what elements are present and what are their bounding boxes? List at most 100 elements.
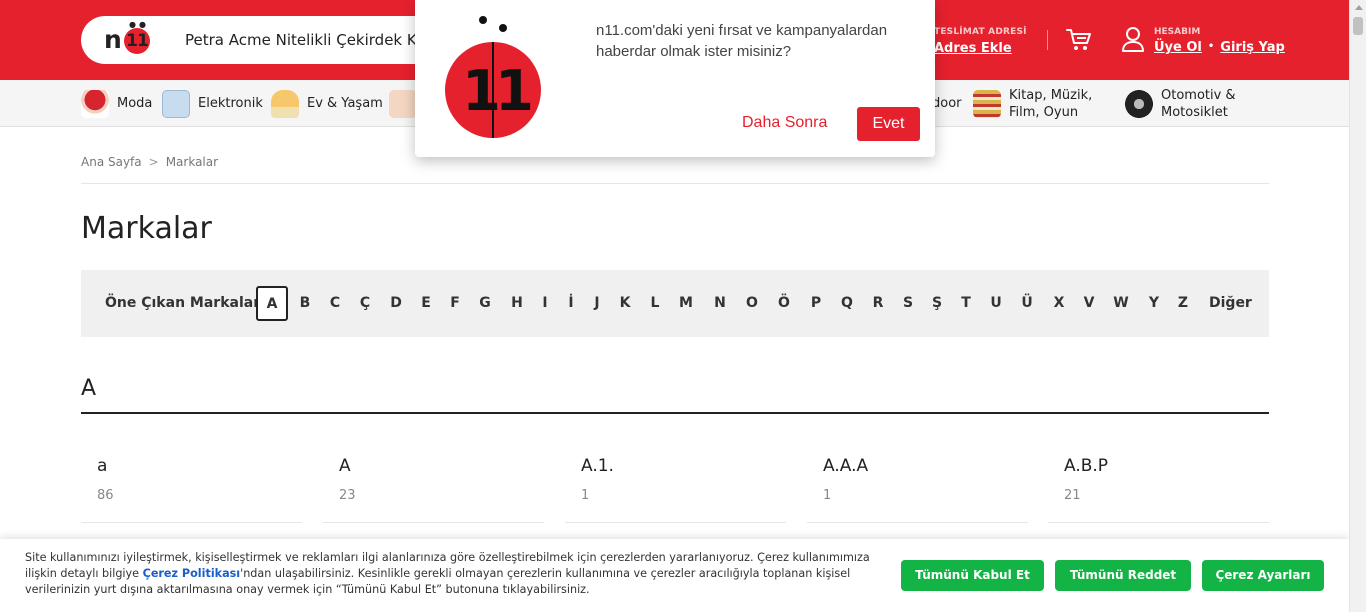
scroll-thumb[interactable] xyxy=(1353,17,1363,35)
cookie-text: Site kullanımınızı iyileştirmek, kişisel… xyxy=(25,550,895,598)
notification-popup: 11 n11.com'daki yeni fırsat ve kampanyal… xyxy=(415,0,935,157)
letter-filter-7[interactable]: F xyxy=(445,270,465,337)
add-address-link[interactable]: Adres Ekle xyxy=(934,41,1012,56)
cookie-banner: Site kullanımınızı iyileştirmek, kişisel… xyxy=(0,539,1349,612)
brand-product-count: 1 xyxy=(581,488,590,503)
section-divider xyxy=(81,412,1269,414)
letter-filter-5[interactable]: D xyxy=(386,270,406,337)
category-home-living[interactable]: Ev & Yaşam xyxy=(271,80,383,127)
popup-message: n11.com'daki yeni fırsat ve kampanyalard… xyxy=(596,22,888,60)
letter-filter-3[interactable]: C xyxy=(325,270,345,337)
letter-filter-6[interactable]: E xyxy=(416,270,436,337)
scrollbar[interactable] xyxy=(1349,0,1366,612)
letter-filter-12[interactable]: J xyxy=(587,270,607,337)
letter-filter-22[interactable]: S xyxy=(898,270,918,337)
letter-filter-16[interactable]: N xyxy=(710,270,730,337)
letter-filter-31[interactable]: Z xyxy=(1173,270,1193,337)
category-automotive[interactable]: Otomotiv & Motosiklet xyxy=(1125,80,1261,127)
letter-filter-2[interactable]: B xyxy=(295,270,315,337)
category-label: Kitap, Müzik, Film, Oyun xyxy=(1009,87,1093,120)
books-icon xyxy=(973,89,1001,118)
login-link[interactable]: Giriş Yap xyxy=(1220,40,1285,55)
logo[interactable]: n xyxy=(104,25,122,54)
accept-all-button[interactable]: Tümünü Kabul Et xyxy=(901,560,1044,591)
page: ●● n 11 Petra Acme Nitelikli Çekirdek Ka… xyxy=(0,0,1366,612)
category-label: Ev & Yaşam xyxy=(307,96,383,111)
brand-card[interactable]: A.B.P 21 xyxy=(1048,440,1269,523)
home-living-icon xyxy=(271,89,299,118)
category-outdoor[interactable]: door xyxy=(932,80,962,127)
brand-card[interactable]: a 86 xyxy=(81,440,302,523)
letter-filter-26[interactable]: Ü xyxy=(1017,270,1037,337)
letter-filter-20[interactable]: Q xyxy=(837,270,857,337)
brand-product-count: 1 xyxy=(823,488,832,503)
account-links: Üye Ol • Giriş Yap xyxy=(1154,40,1285,55)
chevron-right-icon: > xyxy=(148,155,159,169)
yes-button[interactable]: Evet xyxy=(857,107,920,141)
breadcrumb-divider xyxy=(81,183,1269,184)
letter-filter-25[interactable]: U xyxy=(986,270,1006,337)
category-label: Elektronik xyxy=(198,96,263,111)
letter-filter-19[interactable]: P xyxy=(806,270,826,337)
category-fashion[interactable]: Moda xyxy=(81,80,152,127)
reject-all-button[interactable]: Tümünü Reddet xyxy=(1055,560,1191,591)
letter-filter-13[interactable]: K xyxy=(615,270,635,337)
brand-name: a xyxy=(97,456,108,476)
letter-filter-27[interactable]: X xyxy=(1049,270,1069,337)
header-divider xyxy=(1047,30,1048,50)
brand-name: A.A.A xyxy=(823,456,869,476)
brand-name: A.B.P xyxy=(1064,456,1109,476)
cart-icon[interactable] xyxy=(1066,28,1092,52)
section-letter: A xyxy=(81,376,97,401)
separator-dot: • xyxy=(1207,41,1215,52)
letter-filter-28[interactable]: V xyxy=(1079,270,1099,337)
letter-filter-9[interactable]: H xyxy=(507,270,527,337)
letter-filter-17[interactable]: O xyxy=(742,270,762,337)
category-books[interactable]: Kitap, Müzik, Film, Oyun xyxy=(973,80,1109,127)
cookie-policy-link[interactable]: Çerez Politikası xyxy=(143,567,241,580)
letter-filter-1[interactable]: A xyxy=(256,286,288,321)
breadcrumb: Ana Sayfa > Markalar xyxy=(81,155,218,169)
brand-name: A xyxy=(339,456,351,476)
fashion-icon xyxy=(81,89,109,118)
letter-filter-23[interactable]: Ş xyxy=(927,270,947,337)
account-label: HESABIM xyxy=(1154,27,1201,37)
letter-filter-18[interactable]: Ö xyxy=(774,270,794,337)
cookie-settings-button[interactable]: Çerez Ayarları xyxy=(1202,560,1324,591)
letter-filter-11[interactable]: İ xyxy=(561,270,581,337)
brand-card[interactable]: A.A.A 1 xyxy=(807,440,1028,523)
letter-filter-29[interactable]: W xyxy=(1111,270,1131,337)
alphabet-filter: Öne Çıkan Markalar ABCÇDEFGHIİJKLMNOÖPQR… xyxy=(81,270,1269,337)
page-title: Markalar xyxy=(81,211,212,246)
category-label: Moda xyxy=(117,96,153,111)
brand-product-count: 86 xyxy=(97,488,114,503)
tire-icon xyxy=(1125,89,1153,118)
letter-filter-21[interactable]: R xyxy=(868,270,888,337)
letter-filter-30[interactable]: Y xyxy=(1144,270,1164,337)
category-label: door xyxy=(932,96,962,111)
brand-card[interactable]: A.1. 1 xyxy=(565,440,786,523)
later-button[interactable]: Daha Sonra xyxy=(742,114,827,132)
search-input[interactable]: Petra Acme Nitelikli Çekirdek Kahve xyxy=(185,31,417,49)
brand-product-count: 21 xyxy=(1064,488,1081,503)
featured-brands-tab[interactable]: Öne Çıkan Markalar xyxy=(105,270,260,337)
signup-link[interactable]: Üye Ol xyxy=(1154,40,1202,55)
scroll-up-arrow-icon[interactable] xyxy=(1355,5,1363,10)
letter-filter-10[interactable]: I xyxy=(535,270,555,337)
other-letters-filter[interactable]: Diğer xyxy=(1209,270,1252,337)
letter-filter-24[interactable]: T xyxy=(956,270,976,337)
svg-text:11: 11 xyxy=(462,59,531,124)
breadcrumb-current: Markalar xyxy=(165,155,219,169)
category-electronics[interactable]: Elektronik xyxy=(162,80,263,127)
user-icon[interactable] xyxy=(1121,26,1145,52)
delivery-address-label: TESLİMAT ADRESİ xyxy=(934,27,1027,37)
category-label: Otomotiv & Motosiklet xyxy=(1161,87,1236,120)
baby-icon xyxy=(389,89,417,118)
letter-filter-15[interactable]: M xyxy=(676,270,696,337)
letter-filter-4[interactable]: Ç xyxy=(355,270,375,337)
logo-badge-icon: 11 xyxy=(124,28,150,54)
letter-filter-14[interactable]: L xyxy=(645,270,665,337)
letter-filter-8[interactable]: G xyxy=(475,270,495,337)
breadcrumb-home[interactable]: Ana Sayfa xyxy=(81,155,142,169)
brand-card[interactable]: A 23 xyxy=(323,440,544,523)
